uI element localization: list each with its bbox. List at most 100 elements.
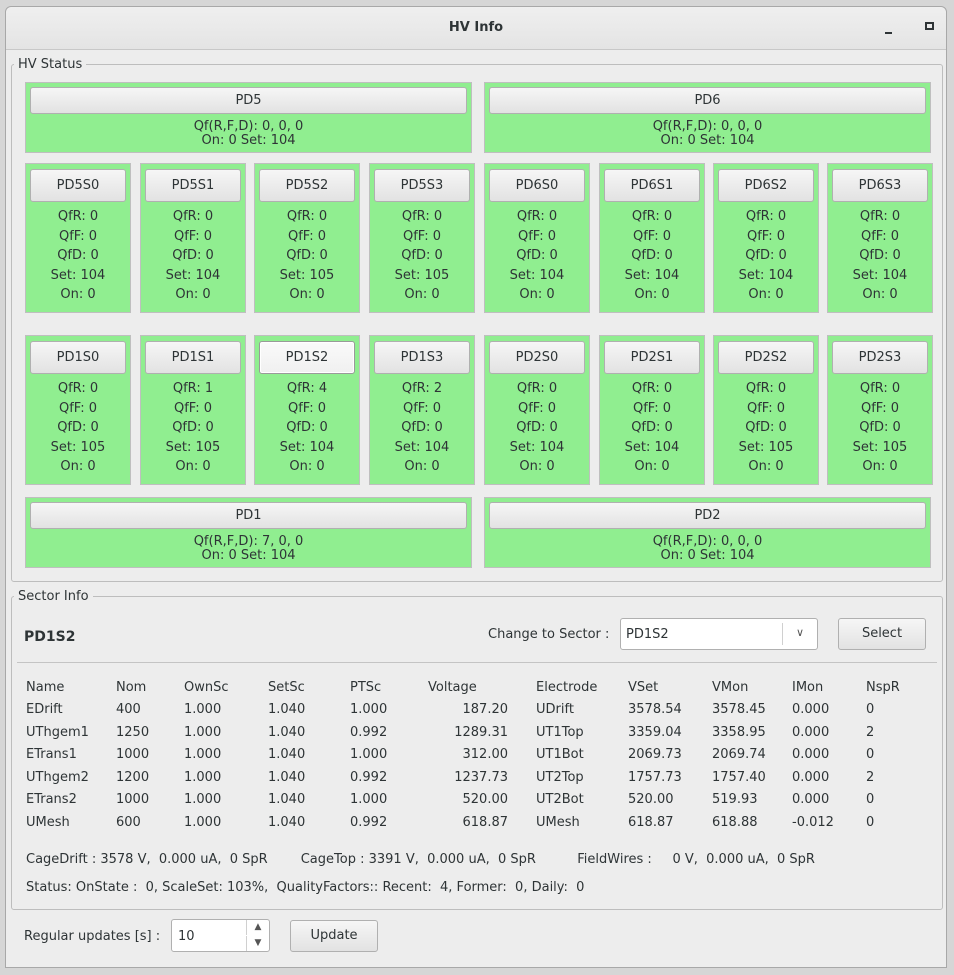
module-button-pd5[interactable]: PD5	[30, 87, 467, 114]
module-button-pd1[interactable]: PD1	[30, 502, 467, 529]
sector-button-pd5s1[interactable]: PD5S1	[145, 169, 241, 202]
spin-up-icon[interactable]: ▲	[246, 920, 269, 935]
table-cell: -0.012	[792, 814, 834, 830]
change-sector-label: Change to Sector :	[488, 627, 610, 642]
sector-button-pd6s0[interactable]: PD6S0	[489, 169, 585, 202]
column-header: VSet	[628, 679, 659, 695]
sector-qfd-text: QfD: 0	[57, 420, 99, 435]
sector-qfd-text: QfD: 0	[401, 420, 443, 435]
sector-qfr-text: QfR: 0	[745, 381, 787, 396]
hv-channel-table: Name Nom OwnSc SetSc PTSc Voltage Electrode VSe…	[26, 676, 906, 834]
update-button[interactable]: Update	[290, 920, 378, 952]
minimize-icon[interactable]	[884, 22, 894, 34]
table-cell: UT1Top	[536, 724, 584, 740]
module-onset-text: On: 0 Set: 104	[201, 133, 296, 148]
sector-button-pd5s0[interactable]: PD5S0	[30, 169, 126, 202]
maximize-icon[interactable]	[925, 22, 934, 30]
hv-status-legend: HV Status	[18, 57, 83, 72]
column-header: Electrode	[536, 679, 598, 695]
table-cell: 1000	[116, 792, 150, 808]
spin-down-icon[interactable]: ▼	[246, 936, 269, 951]
table-cell: 0.000	[792, 769, 830, 785]
table-cell: 520.00	[628, 792, 674, 808]
sector-set-text: Set: 105	[50, 439, 106, 455]
table-cell: ETrans1	[26, 747, 77, 763]
module-button-pd2[interactable]: PD2	[489, 502, 926, 529]
sector-button-pd6s3[interactable]: PD6S3	[832, 169, 928, 202]
column-header: Name	[26, 679, 65, 695]
sector-button-pd2s1[interactable]: PD2S1	[604, 341, 700, 374]
table-cell: UT2Bot	[536, 792, 584, 808]
table-cell: 1.040	[268, 792, 306, 808]
sector-qfr-text: QfR: 0	[516, 381, 558, 396]
sector-set-text: Set: 105	[738, 439, 794, 455]
sector-qfr-text: QfR: 0	[57, 381, 99, 396]
sector-qff-text: QfF: 0	[173, 400, 213, 416]
status-line: Status: OnState : 0, ScaleSet: 103%, Qua…	[26, 880, 585, 895]
table-row: ETrans1 1000 1.000 1.040 1.000 312.00 UT1Bot 20…	[26, 744, 906, 767]
sector-button-pd2s2[interactable]: PD2S2	[718, 341, 814, 374]
sector-title: PD1S2	[24, 629, 76, 645]
sector-panel-pd1s3: PD1S3 QfR: 2 QfF: 0 QfD: 0 Set: 104 On: 0	[369, 335, 475, 485]
table-cell: UThgem2	[26, 769, 89, 785]
table-cell: 2069.73	[628, 747, 682, 763]
sector-set-text: Set: 104	[50, 267, 106, 283]
sector-panel-pd5s0: PD5S0 QfR: 0 QfF: 0 QfD: 0 Set: 104 On: 0	[25, 163, 131, 313]
sector-button-pd6s1[interactable]: PD6S1	[604, 169, 700, 202]
sector-on-text: On: 0	[60, 287, 96, 302]
sector-button-pd2s3[interactable]: PD2S3	[832, 341, 928, 374]
table-cell: 520.00	[462, 792, 509, 808]
table-cell: 1200	[116, 769, 150, 785]
table-cell: 0	[866, 747, 875, 763]
sector-set-text: Set: 105	[394, 267, 450, 283]
table-cell: 3578.45	[712, 702, 766, 718]
table-cell: 312.00	[462, 747, 509, 763]
sector-button-pd2s0[interactable]: PD2S0	[489, 341, 585, 374]
sector-panel-pd6s1: PD6S1 QfR: 0 QfF: 0 QfD: 0 Set: 104 On: 0	[599, 163, 705, 313]
table-row: EDrift 400 1.000 1.040 1.000 187.20 UDrift 3578…	[26, 699, 906, 722]
sector-button-pd1s2[interactable]: PD1S2	[259, 341, 355, 374]
sector-button-pd1s1[interactable]: PD1S1	[145, 341, 241, 374]
sector-set-text: Set: 104	[624, 267, 680, 283]
table-cell: 1.000	[184, 702, 222, 718]
sector-set-text: Set: 105	[165, 439, 221, 455]
table-cell: 2069.74	[712, 747, 766, 763]
sector-button-pd5s2[interactable]: PD5S2	[259, 169, 355, 202]
window-title: HV Info	[448, 20, 504, 35]
sector-values: QfR: 1 QfF: 0 QfD: 0 Set: 105 On: 0	[141, 379, 245, 477]
sector-qff-text: QfF: 0	[746, 228, 786, 244]
sector-select[interactable]: PD1S2 ∨	[620, 618, 818, 650]
table-cell: 1.000	[184, 724, 222, 740]
table-cell: 0.000	[792, 747, 830, 763]
table-cell: 0	[866, 792, 875, 808]
sector-values: QfR: 0 QfF: 0 QfD: 0 Set: 105 On: 0	[828, 379, 932, 477]
chevron-down-icon[interactable]: ∨	[782, 623, 817, 645]
sector-set-text: Set: 105	[852, 439, 908, 455]
table-cell: 600	[116, 814, 141, 830]
table-cell: 2	[866, 769, 875, 785]
module-button-pd6[interactable]: PD6	[489, 87, 926, 114]
table-cell: UMesh	[536, 814, 580, 830]
sector-qff-text: QfF: 0	[746, 400, 786, 416]
table-cell: 1.040	[268, 814, 306, 830]
sector-button-pd5s3[interactable]: PD5S3	[374, 169, 470, 202]
sector-set-text: Set: 104	[509, 439, 565, 455]
sector-qfd-text: QfD: 0	[745, 420, 787, 435]
sector-qff-text: QfF: 0	[402, 400, 442, 416]
updates-interval-spinbox[interactable]: 10 ▲ ▼	[171, 919, 270, 952]
table-cell: 1.000	[184, 792, 222, 808]
sector-qfr-text: QfR: 1	[172, 381, 214, 396]
sector-button-pd1s0[interactable]: PD1S0	[30, 341, 126, 374]
select-button[interactable]: Select	[838, 618, 926, 650]
sector-qff-text: QfF: 0	[173, 228, 213, 244]
sector-button-pd1s3[interactable]: PD1S3	[374, 341, 470, 374]
table-row: UThgem1 1250 1.000 1.040 0.992 1289.31 UT1Top 3…	[26, 721, 906, 744]
sector-panel-pd2s2: PD2S2 QfR: 0 QfF: 0 QfD: 0 Set: 105 On: 0	[713, 335, 819, 485]
sector-qff-text: QfF: 0	[402, 228, 442, 244]
sector-values: QfR: 2 QfF: 0 QfD: 0 Set: 104 On: 0	[370, 379, 474, 477]
sector-button-pd6s2[interactable]: PD6S2	[718, 169, 814, 202]
table-row: UMesh 600 1.000 1.040 0.992 618.87 UMesh 618.87…	[26, 811, 906, 834]
sector-panel-pd1s2: PD1S2 QfR: 4 QfF: 0 QfD: 0 Set: 104 On: 0	[254, 335, 360, 485]
sector-qfr-text: QfR: 0	[631, 381, 673, 396]
sector-set-text: Set: 104	[509, 267, 565, 283]
